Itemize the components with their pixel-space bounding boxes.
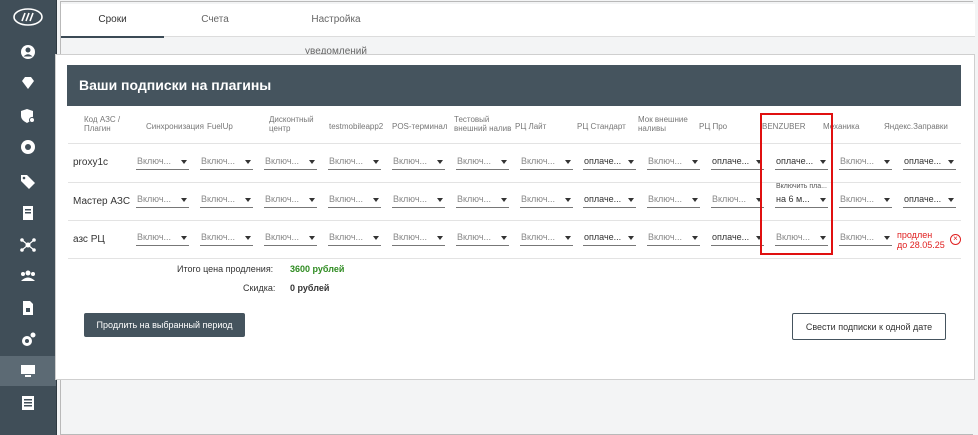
- select-sync[interactable]: Включ...: [136, 230, 189, 246]
- tab-terms[interactable]: Сроки: [61, 4, 164, 38]
- list-icon[interactable]: [0, 388, 56, 418]
- col-header-station: Код АЗС / Плагин: [84, 115, 121, 133]
- select-yandex[interactable]: оплаче...: [903, 154, 956, 170]
- select-rc-standard[interactable]: оплаче...: [583, 154, 636, 170]
- col-header-testmobileapp2: testmobileapp2: [329, 122, 384, 131]
- select-mock-external[interactable]: Включ...: [647, 230, 700, 246]
- diamond-icon[interactable]: [0, 68, 56, 98]
- select-testmobileapp2[interactable]: Включ...: [328, 192, 381, 208]
- row-label-proxy1c: proxy1c: [73, 157, 109, 168]
- total-label: Итого цена продления:: [177, 264, 274, 274]
- select-testmobileapp2[interactable]: Включ...: [328, 230, 381, 246]
- shield-settings-icon[interactable]: [0, 101, 56, 131]
- col-header-yandex: Яндекс.Заправки: [884, 122, 948, 131]
- total-value: 3600 рублей: [290, 264, 345, 274]
- discount-label: Скидка:: [243, 283, 276, 293]
- select-rc-standard[interactable]: оплаче...: [583, 192, 636, 208]
- row-divider: [68, 258, 961, 259]
- col-header-rc-lite: РЦ Лайт: [515, 122, 547, 131]
- select-fuelup[interactable]: Включ...: [200, 192, 253, 208]
- select-mock-external[interactable]: Включ...: [647, 192, 700, 208]
- select-mechanics[interactable]: Включ...: [839, 154, 892, 170]
- col-header-discount-center: Дисконтный центр: [269, 115, 314, 133]
- select-discount-center[interactable]: Включ...: [264, 230, 317, 246]
- row-label-master-azs: Мастер АЗС: [73, 196, 131, 207]
- align-dates-button[interactable]: Свести подписки к одной дате: [792, 313, 946, 340]
- tag-icon[interactable]: [0, 166, 56, 196]
- renewal-note: продлен до 28.05.25: [897, 230, 945, 250]
- select-pos[interactable]: Включ...: [392, 230, 445, 246]
- card-title: Ваши подписки на плагины: [67, 65, 961, 106]
- tab-invoices[interactable]: Счета: [185, 4, 245, 36]
- select-test-external[interactable]: Включ...: [456, 230, 509, 246]
- select-pos[interactable]: Включ...: [392, 192, 445, 208]
- select-rc-pro[interactable]: Включ...: [711, 192, 764, 208]
- tab-notification-settings[interactable]: Настройка уведомлений: [281, 4, 391, 57]
- user-icon[interactable]: [0, 37, 56, 67]
- select-rc-lite[interactable]: Включ...: [520, 154, 573, 170]
- select-discount-center[interactable]: Включ...: [264, 154, 317, 170]
- gear-icon[interactable]: [0, 325, 56, 355]
- lifebuoy-icon[interactable]: [0, 132, 56, 162]
- col-header-test-external: Тестовый внешний налив: [454, 115, 512, 133]
- col-header-rc-standard: РЦ Стандарт: [577, 122, 626, 131]
- network-icon[interactable]: [0, 230, 56, 260]
- select-sync[interactable]: Включ...: [136, 192, 189, 208]
- select-rc-pro[interactable]: оплаче...: [711, 154, 764, 170]
- select-mechanics[interactable]: Включ...: [839, 192, 892, 208]
- select-test-external[interactable]: Включ...: [456, 192, 509, 208]
- select-test-external[interactable]: Включ...: [456, 154, 509, 170]
- select-testmobileapp2[interactable]: Включ...: [328, 154, 381, 170]
- benzuber-highlight: [760, 113, 833, 255]
- select-mechanics[interactable]: Включ...: [839, 230, 892, 246]
- receipt-icon[interactable]: [0, 198, 56, 228]
- col-header-mock-external: Мок внешние наливы: [638, 115, 688, 133]
- sidebar: [0, 0, 57, 435]
- tab-bar: Сроки Счета Настройка уведомлений: [61, 4, 975, 57]
- select-discount-center[interactable]: Включ...: [264, 192, 317, 208]
- document-icon[interactable]: [0, 293, 56, 323]
- select-rc-lite[interactable]: Включ...: [520, 230, 573, 246]
- discount-value: 0 рублей: [290, 283, 330, 293]
- select-rc-standard[interactable]: оплаче...: [583, 230, 636, 246]
- select-fuelup[interactable]: Включ...: [200, 154, 253, 170]
- select-mock-external[interactable]: Включ...: [647, 154, 700, 170]
- col-header-fuelup: FuelUp: [207, 122, 233, 131]
- row-label-azs-rc: азс РЦ: [73, 234, 105, 245]
- select-rc-lite[interactable]: Включ...: [520, 192, 573, 208]
- select-rc-pro[interactable]: оплаче...: [711, 230, 764, 246]
- col-header-rc-pro: РЦ Про: [699, 122, 728, 131]
- select-sync[interactable]: Включ...: [136, 154, 189, 170]
- select-fuelup[interactable]: Включ...: [200, 230, 253, 246]
- col-header-sync: Синхронизация: [146, 122, 204, 131]
- select-yandex[interactable]: оплаче...: [903, 192, 956, 208]
- select-pos[interactable]: Включ...: [392, 154, 445, 170]
- col-header-pos: POS-терминал: [392, 122, 448, 131]
- team-icon[interactable]: [0, 261, 56, 291]
- close-circle-icon[interactable]: ×: [950, 234, 961, 245]
- app-logo-icon[interactable]: [13, 8, 43, 26]
- monitor-icon[interactable]: [0, 356, 56, 386]
- extend-period-button[interactable]: Продлить на выбранный период: [84, 313, 245, 337]
